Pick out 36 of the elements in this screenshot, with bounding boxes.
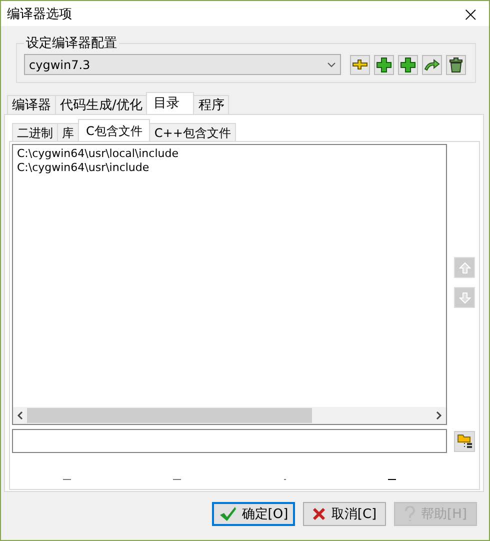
x-icon (312, 507, 326, 521)
tab[interactable]: 库 (57, 123, 79, 141)
add-button[interactable] (374, 54, 394, 74)
group-label: 设定编译器配置 (25, 35, 118, 52)
curved-arrow-icon (424, 58, 440, 70)
window-title: 编译器选项 (7, 6, 72, 22)
chevron-right-icon (436, 411, 442, 420)
chevron-left-icon (17, 411, 23, 420)
down-arrow-icon (458, 292, 470, 304)
tab[interactable]: 编译器 (7, 95, 56, 114)
folder-icon (456, 433, 472, 449)
plus-icon (400, 56, 416, 72)
add-button[interactable] (398, 54, 418, 74)
up-arrow-icon (458, 262, 470, 274)
browse-button[interactable] (454, 430, 475, 452)
delete-button[interactable] (446, 54, 466, 74)
horizontal-scrollbar[interactable] (13, 407, 446, 424)
dialog-button[interactable]: 确定[O] (212, 502, 295, 526)
path-item[interactable]: C:\cygwin64\usr\local\include (17, 147, 442, 161)
plus-icon (376, 56, 392, 72)
chevron-down-icon (327, 62, 336, 68)
checkmark-icon (218, 506, 237, 522)
config-dropdown[interactable]: cygwin7.3 (24, 54, 341, 75)
dialog-button[interactable]: 取消[C] (303, 502, 386, 526)
tab[interactable]: 代码生成/优化 (55, 95, 148, 114)
export-button[interactable] (422, 54, 442, 74)
tab[interactable]: 目录 (146, 92, 194, 114)
rename-button[interactable] (350, 54, 370, 74)
trash-icon (449, 56, 463, 72)
tab[interactable]: 程序 (193, 95, 230, 114)
path-input[interactable] (12, 429, 447, 453)
config-value: cygwin7.3 (29, 58, 90, 72)
tab[interactable]: 二进制 (12, 123, 58, 141)
close-button[interactable]: × (458, 4, 483, 24)
tab[interactable]: C++包含文件 (149, 123, 236, 141)
path-item[interactable]: C:\cygwin64\usr\include (17, 161, 442, 175)
